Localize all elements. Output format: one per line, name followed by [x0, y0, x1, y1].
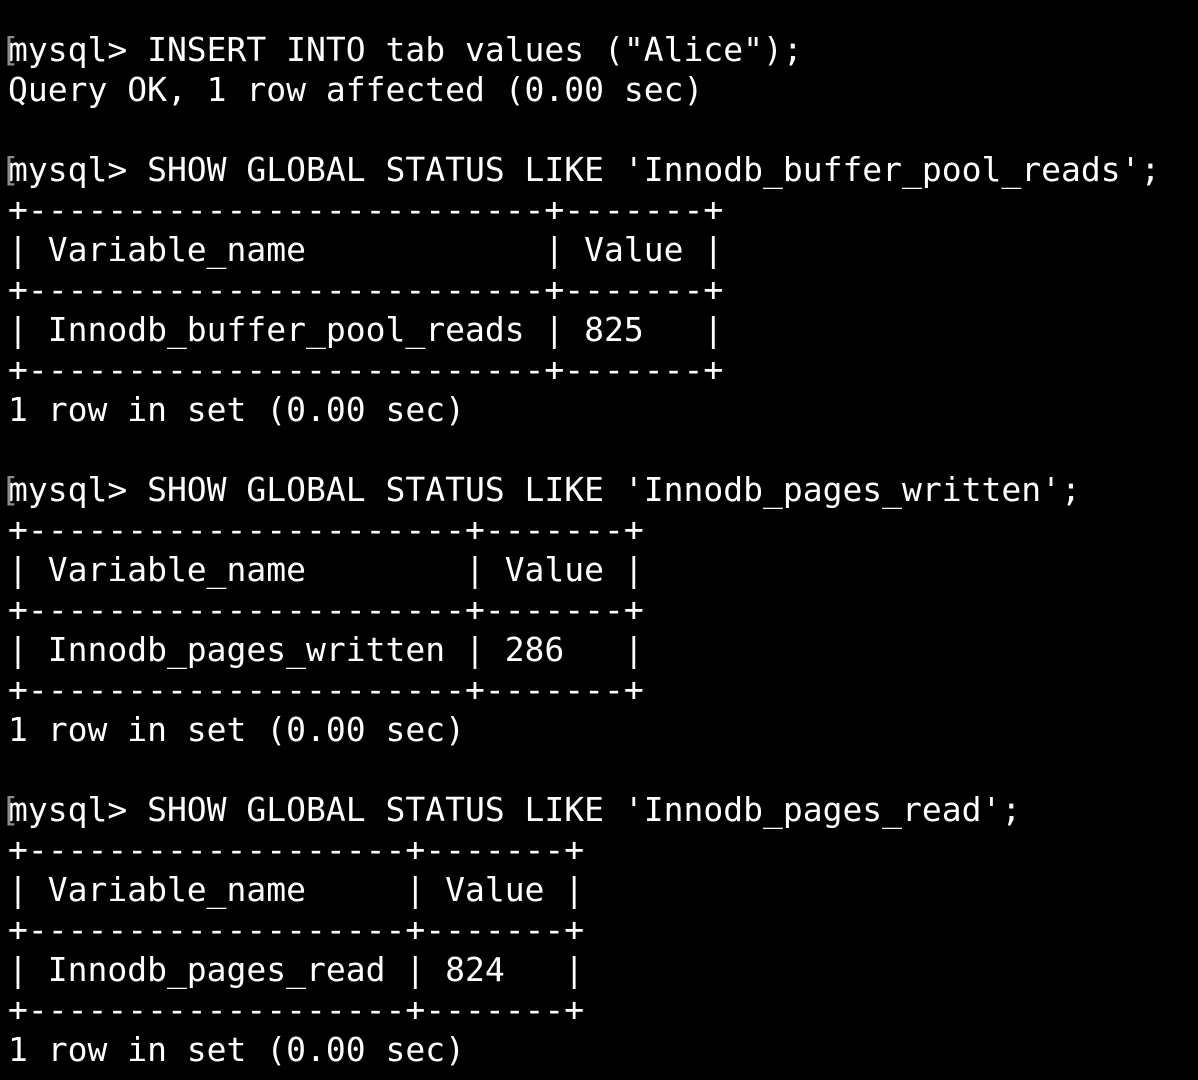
- output-line: 1 row in set (0.00 sec): [8, 710, 1160, 750]
- line-text: mysql> SHOW GLOBAL STATUS LIKE 'Innodb_p…: [8, 470, 1081, 509]
- line-text: mysql> SHOW GLOBAL STATUS LIKE 'Innodb_p…: [8, 790, 1022, 829]
- table-border: +-------------------+-------+: [8, 910, 1160, 950]
- line-text: mysql> INSERT INTO tab values ("Alice");: [8, 30, 803, 69]
- table-border: +-------------------+-------+: [8, 990, 1160, 1030]
- terminal-window[interactable]: [mysql> INSERT INTO tab values ("Alice")…: [0, 0, 1198, 1080]
- table-border: +----------------------+-------+: [8, 590, 1160, 630]
- line-text: | Variable_name | Value |: [8, 550, 644, 589]
- output-line: 1 row in set (0.00 sec): [8, 390, 1160, 430]
- line-text: | Innodb_pages_read | 824 |: [8, 950, 585, 989]
- line-text: +----------------------+-------+: [8, 590, 644, 629]
- table-border: +-------------------+-------+: [8, 830, 1160, 870]
- line-text: Query OK, 1 row affected (0.00 sec): [8, 70, 704, 109]
- table-border: +--------------------------+-------+: [8, 190, 1160, 230]
- table-header-row: | Variable_name | Value |: [8, 550, 1160, 590]
- table-border: +----------------------+-------+: [8, 510, 1160, 550]
- line-text: +-------------------+-------+: [8, 990, 585, 1029]
- line-text: mysql> SHOW GLOBAL STATUS LIKE 'Innodb_b…: [8, 150, 1161, 189]
- prompt-line: [mysql> SHOW GLOBAL STATUS LIKE 'Innodb_…: [0, 470, 1160, 510]
- line-text: +--------------------------+-------+: [8, 190, 724, 229]
- bracket-marker: [: [0, 30, 20, 69]
- bracket-marker: [: [0, 150, 20, 189]
- line-text: 1 row in set (0.00 sec): [8, 1030, 465, 1069]
- blank-line: [8, 750, 1160, 790]
- line-text: | Variable_name | Value |: [8, 230, 724, 269]
- line-text: +----------------------+-------+: [8, 510, 644, 549]
- bracket-marker: [: [0, 790, 20, 829]
- output-line: Query OK, 1 row affected (0.00 sec): [8, 70, 1160, 110]
- line-text: 1 row in set (0.00 sec): [8, 710, 465, 749]
- prompt-line: [mysql> SHOW GLOBAL STATUS LIKE 'Innodb_…: [0, 150, 1161, 190]
- table-border: +--------------------------+-------+: [8, 350, 1160, 390]
- output-line: 1 row in set (0.00 sec): [8, 1030, 1160, 1070]
- line-text: +-------------------+-------+: [8, 830, 585, 869]
- table-row: | Innodb_pages_read | 824 |: [8, 950, 1160, 990]
- table-header-row: | Variable_name | Value |: [8, 230, 1160, 270]
- table-row: | Innodb_buffer_pool_reads | 825 |: [8, 310, 1160, 350]
- line-text: +--------------------------+-------+: [8, 350, 724, 389]
- bracket-marker: [: [0, 470, 20, 509]
- table-header-row: | Variable_name | Value |: [8, 870, 1160, 910]
- line-text: | Variable_name | Value |: [8, 870, 585, 909]
- prompt-line: [mysql> INSERT INTO tab values ("Alice")…: [0, 30, 1160, 70]
- table-row: | Innodb_pages_written | 286 |: [8, 630, 1160, 670]
- terminal-output: [mysql> INSERT INTO tab values ("Alice")…: [0, 30, 1161, 1070]
- table-border: +--------------------------+-------+: [8, 270, 1160, 310]
- line-text: 1 row in set (0.00 sec): [8, 390, 465, 429]
- line-text: +-------------------+-------+: [8, 910, 585, 949]
- line-text: | Innodb_pages_written | 286 |: [8, 630, 644, 669]
- blank-line: [8, 110, 1160, 150]
- blank-line: [8, 430, 1160, 470]
- prompt-line: [mysql> SHOW GLOBAL STATUS LIKE 'Innodb_…: [0, 790, 1160, 830]
- line-text: | Innodb_buffer_pool_reads | 825 |: [8, 310, 724, 349]
- table-border: +----------------------+-------+: [8, 670, 1160, 710]
- line-text: +--------------------------+-------+: [8, 270, 724, 309]
- line-text: +----------------------+-------+: [8, 670, 644, 709]
